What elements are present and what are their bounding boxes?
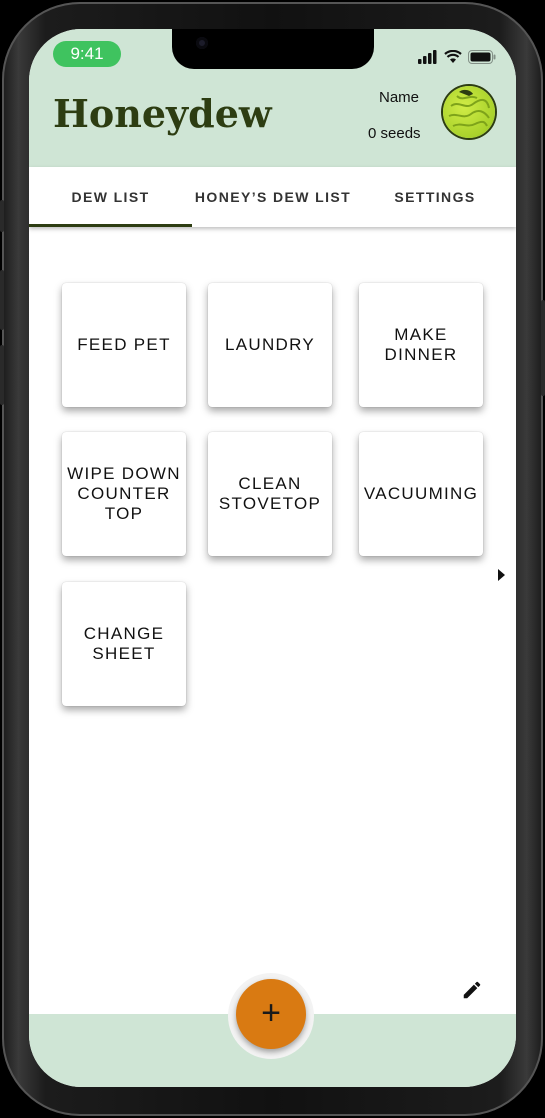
app-screen: 9:41 Honeydew Name 0 seeds DEW LIST HONE… <box>29 29 516 1087</box>
seed-count: 0 seeds <box>368 125 421 142</box>
battery-icon <box>468 50 496 64</box>
chore-card-change-sheet[interactable]: CHANGE SHEET <box>62 582 186 706</box>
cellular-signal-icon <box>418 50 437 64</box>
tab-bar: DEW LIST HONEY’S DEW LIST SETTINGS <box>29 167 516 227</box>
chore-card-make-dinner[interactable]: MAKE DINNER <box>359 283 483 407</box>
chore-card-wipe-down-counter-top[interactable]: WIPE DOWN COUNTER TOP <box>62 432 186 556</box>
chore-card-feed-pet[interactable]: FEED PET <box>62 283 186 407</box>
volume-down-button <box>0 345 4 405</box>
mute-switch <box>0 200 4 232</box>
chore-card-vacuuming[interactable]: VACUUMING <box>359 432 483 556</box>
app-header: 9:41 Honeydew Name 0 seeds <box>29 29 516 167</box>
pencil-icon[interactable] <box>461 979 483 1001</box>
tab-honeys-dew-list[interactable]: HONEY’S DEW LIST <box>192 167 354 227</box>
melon-texture <box>448 89 490 127</box>
tab-settings[interactable]: SETTINGS <box>354 167 516 227</box>
power-button <box>541 300 545 396</box>
chore-card-clean-stovetop[interactable]: CLEAN STOVETOP <box>208 432 332 556</box>
chore-card-laundry[interactable]: LAUNDRY <box>208 283 332 407</box>
user-name: Name <box>379 89 420 106</box>
plus-icon: + <box>261 994 281 1032</box>
add-chore-button[interactable]: + <box>236 979 306 1049</box>
notch <box>172 29 374 69</box>
front-camera <box>196 37 208 49</box>
status-time: 9:41 <box>53 41 121 67</box>
volume-up-button <box>0 270 4 330</box>
melon-avatar-icon[interactable] <box>443 86 495 138</box>
tab-dew-list[interactable]: DEW LIST <box>29 167 192 227</box>
status-icons <box>418 49 496 65</box>
scroll-right-chevron-icon[interactable] <box>498 569 505 581</box>
app-title: Honeydew <box>53 91 272 136</box>
wifi-icon <box>444 50 462 63</box>
